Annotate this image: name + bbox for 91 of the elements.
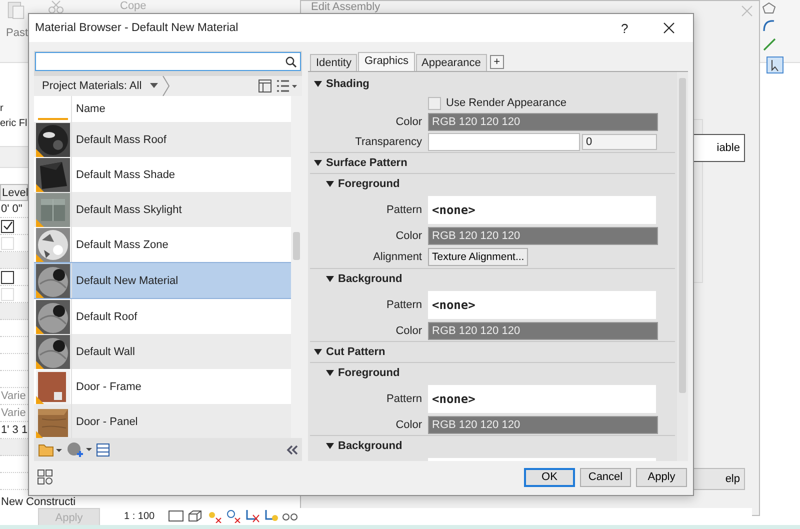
expand-icon[interactable]	[314, 80, 322, 88]
material-item[interactable]: Default Mass Shade	[34, 157, 291, 192]
phase-value: New Constructi	[1, 496, 76, 508]
color-field[interactable]: RGB 120 120 120	[428, 322, 658, 340]
material-item[interactable]: Door - Panel	[34, 404, 291, 438]
scrollbar[interactable]	[291, 96, 302, 438]
help-button[interactable]: ?	[621, 20, 633, 36]
value-field[interactable]: 0	[582, 134, 657, 150]
ok-button[interactable]: OK	[524, 468, 575, 486]
pattern-field[interactable]: <none>	[428, 291, 656, 319]
section-title[interactable]: Foreground	[338, 178, 400, 190]
type-label: r	[0, 102, 4, 115]
field-label: Pattern	[386, 393, 422, 405]
side-button[interactable]: iable	[693, 134, 745, 162]
material-item[interactable]: Default Wall	[34, 334, 291, 370]
select-icon[interactable]	[766, 56, 784, 74]
scrollbar[interactable]	[677, 72, 688, 461]
search-icon	[285, 56, 297, 68]
sheet-icon[interactable]	[168, 509, 184, 523]
field-label: Pattern	[386, 204, 422, 216]
section-title[interactable]: Background	[338, 273, 402, 285]
material-item[interactable]: Default Mass Skylight	[34, 192, 291, 228]
material-item[interactable]: Default Roof	[34, 299, 291, 334]
window-title: Material Browser - Default New Material	[35, 22, 240, 34]
pentagon-icon[interactable]	[762, 2, 776, 14]
collapse-icon[interactable]	[286, 444, 298, 455]
scale-label[interactable]: 1 : 100	[124, 510, 155, 522]
caret-icon[interactable]	[150, 83, 158, 90]
section-title[interactable]: Cut Pattern	[326, 346, 386, 358]
add-tab-button[interactable]: +	[490, 55, 504, 69]
column-header: Level	[0, 184, 28, 201]
crop-view-icon[interactable]	[262, 509, 279, 523]
checkbox[interactable]	[1, 220, 14, 232]
window-title: Edit Assembly	[311, 1, 380, 13]
paste-label[interactable]: Past	[6, 27, 28, 39]
library-icon[interactable]	[96, 442, 110, 457]
color-field[interactable]: RGB 120 120 120	[428, 113, 658, 131]
dialog-button[interactable]: Apply	[636, 468, 687, 486]
material-item[interactable]: Default Mass Zone	[34, 227, 291, 262]
checkbox[interactable]	[1, 270, 14, 284]
field-label: Pattern	[386, 299, 422, 311]
section-title[interactable]: Surface Pattern	[326, 157, 408, 169]
color-field[interactable]: RGB 120 120 120	[428, 227, 658, 245]
checkbox[interactable]	[428, 96, 441, 110]
texture-alignment-button[interactable]: Texture Alignment...	[428, 248, 528, 266]
close-icon[interactable]	[663, 22, 675, 34]
list-view-icon[interactable]	[276, 79, 298, 94]
line-pick-icon[interactable]	[762, 36, 778, 52]
shadow-icon[interactable]	[224, 509, 241, 523]
section-title[interactable]: Foreground	[338, 367, 400, 379]
field-label: Color	[394, 230, 422, 242]
dialog-button[interactable]: Cancel	[580, 468, 631, 486]
expand-icon[interactable]	[326, 370, 334, 376]
expand-icon[interactable]	[314, 160, 322, 166]
material-item[interactable]: Default Mass Roof	[34, 122, 291, 158]
field-label: Color	[394, 116, 422, 128]
material-item[interactable]: Default New Material	[34, 262, 291, 300]
checkbox-label[interactable]: Use Render Appearance	[446, 97, 566, 109]
column-header[interactable]: Name	[72, 103, 106, 116]
thumbnail-edge	[38, 118, 68, 120]
arc-icon[interactable]	[762, 18, 776, 32]
layout-icon[interactable]	[37, 469, 53, 485]
clipboard-icon[interactable]	[6, 0, 26, 20]
tab[interactable]: Identity	[310, 54, 358, 71]
type-label: eric Fl	[0, 117, 28, 130]
field-label: Color	[394, 419, 422, 431]
pattern-field[interactable]: <none>	[428, 196, 656, 224]
tab[interactable]: Appearance	[416, 54, 487, 71]
crop-icon[interactable]	[244, 509, 260, 523]
section-title[interactable]: Shading	[326, 78, 370, 90]
section-title[interactable]: Background	[338, 440, 402, 452]
input-field[interactable]	[428, 133, 580, 151]
expand-icon[interactable]	[326, 180, 334, 188]
scissors-icon[interactable]	[48, 0, 64, 14]
expand-icon[interactable]	[326, 442, 334, 450]
pattern-field[interactable]: <none>	[428, 385, 656, 413]
material-item[interactable]: Door - Frame	[34, 369, 291, 404]
expand-icon[interactable]	[326, 276, 334, 282]
color-field[interactable]: RGB 120 120 120	[428, 416, 658, 434]
breadcrumb-chevron-icon	[162, 76, 170, 96]
field-label: Color	[394, 325, 422, 337]
cube-icon[interactable]	[186, 509, 203, 523]
globe-add-icon[interactable]	[66, 440, 92, 459]
expand-icon[interactable]	[314, 348, 322, 356]
help-button[interactable]: elp	[693, 468, 745, 490]
search-field[interactable]	[35, 52, 301, 72]
folder-icon[interactable]	[38, 442, 62, 458]
field-label: Alignment	[372, 251, 422, 263]
field-label: Transparency	[354, 136, 422, 148]
panel-toggle-icon[interactable]	[258, 79, 272, 94]
tab[interactable]: Graphics	[358, 52, 414, 71]
